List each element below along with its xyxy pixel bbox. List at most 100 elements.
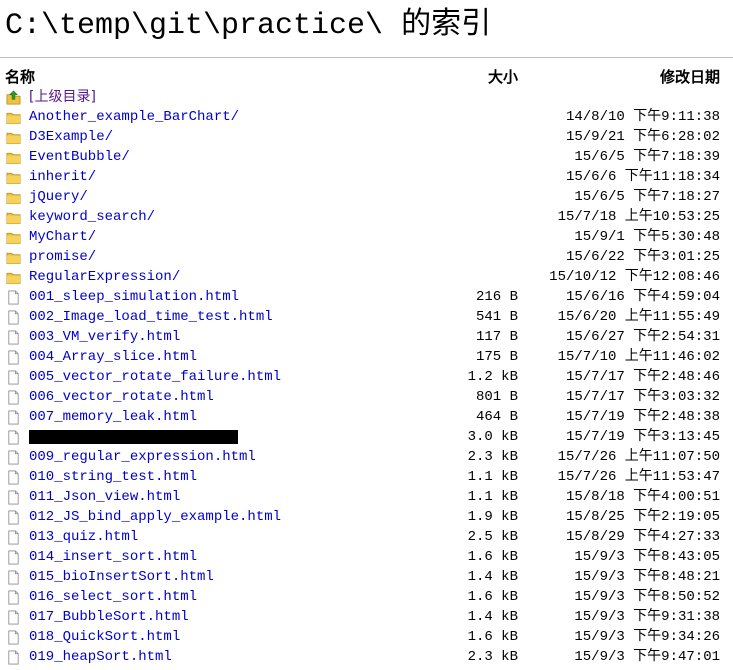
- folder-icon: [6, 152, 21, 164]
- folder-icon: [6, 272, 21, 284]
- file-size: 3.0 kB: [467, 429, 518, 445]
- folder-row: keyword_search/15/7/18 上午10:53:25: [0, 207, 733, 227]
- file-icon: [8, 530, 19, 545]
- modified-date: 15/9/3 下午8:48:21: [574, 569, 720, 585]
- modified-date: 15/9/3 下午9:47:01: [574, 649, 720, 665]
- folder-link[interactable]: jQuery/: [29, 187, 88, 207]
- modified-date: 15/9/21 下午6:28:02: [565, 129, 720, 145]
- file-link[interactable]: 004_Array_slice.html: [29, 347, 197, 367]
- file-row: 010_string_test.html 1.1 kB 15/7/26 上午11:5…: [0, 467, 733, 487]
- redacted-filename[interactable]: [29, 430, 238, 444]
- file-row: 009_regular_expression.html 2.3 kB 15/7/26…: [0, 447, 733, 467]
- modified-date: 15/7/26 上午11:53:47: [557, 469, 720, 485]
- folder-icon: [6, 212, 21, 224]
- file-size: 216 B: [475, 289, 518, 305]
- file-icon: [8, 390, 19, 405]
- file-icon: [8, 310, 19, 325]
- file-link[interactable]: 011_Json_view.html: [29, 487, 180, 507]
- folder-link[interactable]: Another_example_BarChart/: [29, 107, 239, 127]
- up-folder-icon: [6, 90, 21, 105]
- folder-row: MyChart/15/9/1 下午5:30:48: [0, 227, 733, 247]
- file-row: 003_VM_verify.html 117 B 15/6/27 下午2:54:31: [0, 327, 733, 347]
- modified-date: 15/7/18 上午10:53:25: [557, 209, 720, 225]
- file-link[interactable]: 019_heapSort.html: [29, 647, 172, 667]
- file-size: 1.4 kB: [467, 569, 518, 585]
- file-size: 2.3 kB: [467, 649, 518, 665]
- folder-row: D3Example/15/9/21 下午6:28:02: [0, 127, 733, 147]
- folder-icon: [6, 132, 21, 144]
- file-link[interactable]: 016_select_sort.html: [29, 587, 197, 607]
- file-link[interactable]: 014_insert_sort.html: [29, 547, 197, 567]
- modified-date: 15/9/1 下午5:30:48: [574, 229, 720, 245]
- folder-link[interactable]: inherit/: [29, 167, 96, 187]
- file-icon: [8, 550, 19, 565]
- file-row: 007_memory_leak.html 464 B 15/7/19 下午2:48:…: [0, 407, 733, 427]
- file-link[interactable]: 007_memory_leak.html: [29, 407, 197, 427]
- file-link[interactable]: 002_Image_load_time_test.html: [29, 307, 273, 327]
- folder-link[interactable]: EventBubble/: [29, 147, 130, 167]
- file-icon: [8, 430, 19, 445]
- file-icon: [8, 510, 19, 525]
- file-link[interactable]: 010_string_test.html: [29, 467, 197, 487]
- file-size: 1.4 kB: [467, 609, 518, 625]
- folder-icon: [6, 192, 21, 204]
- modified-date: 15/6/22 下午3:01:25: [565, 249, 720, 265]
- parent-directory-link[interactable]: [上级目录]: [29, 87, 96, 107]
- folder-link[interactable]: promise/: [29, 247, 96, 267]
- folder-row: RegularExpression/15/10/12 下午12:08:46: [0, 267, 733, 287]
- folder-icon: [6, 252, 21, 264]
- file-link[interactable]: 001_sleep_simulation.html: [29, 287, 239, 307]
- folder-link[interactable]: keyword_search/: [29, 207, 155, 227]
- file-row: 016_select_sort.html 1.6 kB 15/9/3 下午8:50:…: [0, 587, 733, 607]
- modified-date: 15/9/3 下午8:50:52: [574, 589, 720, 605]
- file-icon: [8, 470, 19, 485]
- file-row: 018_QuickSort.html 1.6 kB 15/9/3 下午9:34:26: [0, 627, 733, 647]
- modified-date: 15/9/3 下午8:43:05: [574, 549, 720, 565]
- folder-row: promise/15/6/22 下午3:01:25: [0, 247, 733, 267]
- file-link[interactable]: 009_regular_expression.html: [29, 447, 256, 467]
- file-size: 2.3 kB: [467, 449, 518, 465]
- modified-date: 15/10/12 下午12:08:46: [549, 269, 720, 285]
- file-row: 011_Json_view.html 1.1 kB 15/8/18 下午4:00:5…: [0, 487, 733, 507]
- column-header-size[interactable]: 大小: [488, 67, 518, 87]
- folder-row: jQuery/15/6/5 下午7:18:27: [0, 187, 733, 207]
- modified-date: 15/8/29 下午4:27:33: [565, 529, 720, 545]
- file-size: 175 B: [475, 349, 518, 365]
- header-divider: [0, 57, 733, 58]
- file-link[interactable]: 018_QuickSort.html: [29, 627, 180, 647]
- file-icon: [8, 610, 19, 625]
- file-link[interactable]: 013_quiz.html: [29, 527, 138, 547]
- file-link[interactable]: 005_vector_rotate_failure.html: [29, 367, 281, 387]
- file-link[interactable]: 017_BubbleSort.html: [29, 607, 189, 627]
- file-icon: [8, 350, 19, 365]
- file-icon: [8, 330, 19, 345]
- file-icon: [8, 570, 19, 585]
- file-size: 2.5 kB: [467, 529, 518, 545]
- file-size: 1.2 kB: [467, 369, 518, 385]
- file-size: 117 B: [475, 329, 518, 345]
- file-row: 004_Array_slice.html 175 B 15/7/10 上午11:46…: [0, 347, 733, 367]
- folder-link[interactable]: MyChart/: [29, 227, 96, 247]
- modified-date: 15/6/27 下午2:54:31: [565, 329, 720, 345]
- folder-icon: [6, 172, 21, 184]
- file-size: 1.6 kB: [467, 589, 518, 605]
- modified-date: 15/8/25 下午2:19:05: [565, 509, 720, 525]
- modified-date: 15/6/5 下午7:18:39: [574, 149, 720, 165]
- folder-link[interactable]: D3Example/: [29, 127, 113, 147]
- column-header-name[interactable]: 名称: [5, 67, 35, 87]
- file-link[interactable]: 012_JS_bind_apply_example.html: [29, 507, 281, 527]
- folder-row: Another_example_BarChart/14/8/10 下午9:11:…: [0, 107, 733, 127]
- modified-date: 15/9/3 下午9:34:26: [574, 629, 720, 645]
- file-link[interactable]: 015_bioInsertSort.html: [29, 567, 214, 587]
- file-size: 1.6 kB: [467, 549, 518, 565]
- file-icon: [8, 410, 19, 425]
- modified-date: 15/7/17 下午2:48:46: [565, 369, 720, 385]
- file-link[interactable]: 003_VM_verify.html: [29, 327, 180, 347]
- parent-dir-row: [上级目录]: [0, 87, 733, 107]
- file-row: 006_vector_rotate.html 801 B 15/7/17 下午3:0…: [0, 387, 733, 407]
- file-size: 1.9 kB: [467, 509, 518, 525]
- column-header-modified[interactable]: 修改日期: [660, 67, 720, 87]
- folder-link[interactable]: RegularExpression/: [29, 267, 180, 287]
- folder-icon: [6, 112, 21, 124]
- file-link[interactable]: 006_vector_rotate.html: [29, 387, 214, 407]
